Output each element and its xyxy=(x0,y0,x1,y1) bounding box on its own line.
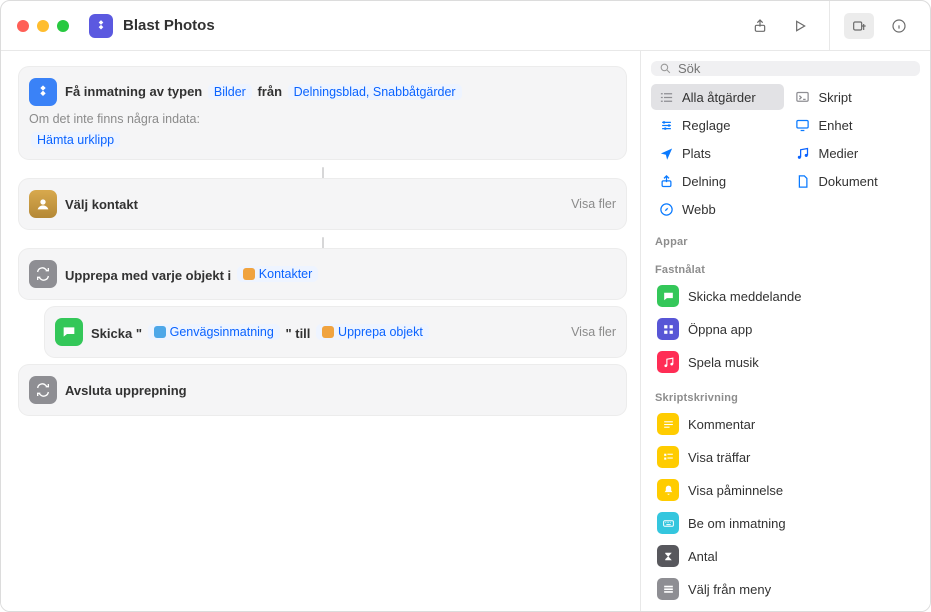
close-window[interactable] xyxy=(17,20,29,32)
window-controls xyxy=(17,20,69,32)
pinned-action[interactable]: Öppna app xyxy=(649,313,922,345)
content-split: Få inmatning av typen Bilder från Delnin… xyxy=(1,51,930,611)
scripting-action[interactable]: Antal xyxy=(649,540,922,572)
input-source-token[interactable]: Delningsblad, Snabbåtgärder xyxy=(288,84,462,100)
scripting-action[interactable]: Välj från meny xyxy=(649,573,922,605)
msg-icon xyxy=(657,285,679,307)
scripting-action[interactable]: Visa träffar xyxy=(649,441,922,473)
repeat-item-icon xyxy=(322,326,334,338)
list-icon xyxy=(657,88,675,106)
connector-line xyxy=(322,167,324,179)
category-all[interactable]: Alla åtgärder xyxy=(651,84,784,110)
pinned-action[interactable]: Skicka meddelande xyxy=(649,280,922,312)
search-icon xyxy=(659,62,672,75)
receive-input-action[interactable]: Få inmatning av typen Bilder från Delnin… xyxy=(19,67,626,159)
repeat-collection-token[interactable]: Kontakter xyxy=(237,266,319,282)
select-contact-action[interactable]: Välj kontakt Visa fler xyxy=(19,179,626,229)
receive-input-text: Få inmatning av typen Bilder från Delnin… xyxy=(65,84,464,100)
no-input-fallback-token[interactable]: Hämta urklipp xyxy=(31,132,120,148)
lines-icon xyxy=(657,413,679,435)
pinned-list: Skicka meddelandeÖppna appSpela musik xyxy=(641,280,930,384)
search-input[interactable] xyxy=(678,61,912,76)
list2-icon xyxy=(657,446,679,468)
connector-line xyxy=(322,237,324,249)
keyboard-icon xyxy=(657,512,679,534)
titlebar: Blast Photos xyxy=(1,1,930,51)
doc-icon xyxy=(794,172,812,190)
menu-icon xyxy=(657,578,679,600)
end-repeat-action[interactable]: Avsluta upprepning xyxy=(19,365,626,415)
grid-icon xyxy=(657,318,679,340)
category-grid: Alla åtgärderSkriptReglageEnhetPlatsMedi… xyxy=(641,84,930,228)
scripting-header: Skriptskrivning xyxy=(641,384,930,408)
run-button[interactable] xyxy=(785,13,815,39)
action-library-sidebar: Alla åtgärderSkriptReglageEnhetPlatsMedi… xyxy=(640,51,930,611)
shortcut-input-icon xyxy=(154,326,166,338)
safari-icon xyxy=(657,200,675,218)
send-message-action[interactable]: Skicka " Genvägsinmatning " till Upprepa… xyxy=(45,307,626,357)
shareup-icon xyxy=(657,172,675,190)
minimize-window[interactable] xyxy=(37,20,49,32)
category-media[interactable]: Medier xyxy=(788,140,921,166)
scripting-action[interactable]: Kommentar xyxy=(649,408,922,440)
contacts-icon xyxy=(243,268,255,280)
shortcut-icon xyxy=(89,14,113,38)
category-sharing[interactable]: Delning xyxy=(651,168,784,194)
shortcuts-editor-window: Blast Photos Få inmatning av typen Bilde… xyxy=(0,0,931,612)
apps-header: Appar xyxy=(641,228,930,252)
messages-icon xyxy=(55,318,83,346)
window-title: Blast Photos xyxy=(123,17,215,34)
toolbar-separator xyxy=(829,1,830,50)
scripting-list: KommentarVisa träffarVisa påminnelseBe o… xyxy=(641,408,930,611)
workflow-editor[interactable]: Få inmatning av typen Bilder från Delnin… xyxy=(1,51,640,611)
display-icon xyxy=(794,116,812,134)
category-location[interactable]: Plats xyxy=(651,140,784,166)
category-device[interactable]: Enhet xyxy=(788,112,921,138)
input-type-token[interactable]: Bilder xyxy=(208,84,252,100)
repeat-end-icon xyxy=(29,376,57,404)
share-button[interactable] xyxy=(745,13,775,39)
search-field[interactable] xyxy=(651,61,920,76)
repeat-each-action[interactable]: Upprepa med varje objekt i Kontakter xyxy=(19,249,626,299)
category-docs[interactable]: Dokument xyxy=(788,168,921,194)
message-body-token[interactable]: Genvägsinmatning xyxy=(148,324,280,340)
info-button[interactable] xyxy=(884,13,914,39)
category-web[interactable]: Webb xyxy=(651,196,784,222)
zoom-window[interactable] xyxy=(57,20,69,32)
category-controls[interactable]: Reglage xyxy=(651,112,784,138)
scripting-action[interactable]: Visa påminnelse xyxy=(649,474,922,506)
sigma-icon xyxy=(657,545,679,567)
terminal-icon xyxy=(794,88,812,106)
toggle-library-button[interactable] xyxy=(844,13,874,39)
music-icon xyxy=(657,351,679,373)
no-input-label: Om det inte finns några indata: xyxy=(29,112,200,126)
pinned-action[interactable]: Spela musik xyxy=(649,346,922,378)
show-more-contact[interactable]: Visa fler xyxy=(571,197,616,211)
music-icon xyxy=(794,144,812,162)
input-icon xyxy=(29,78,57,106)
nav-icon xyxy=(657,144,675,162)
scripting-action[interactable]: Be om inmatning xyxy=(649,507,922,539)
category-script[interactable]: Skript xyxy=(788,84,921,110)
repeat-icon xyxy=(29,260,57,288)
show-more-send[interactable]: Visa fler xyxy=(571,325,616,339)
contacts-icon xyxy=(29,190,57,218)
recipients-token[interactable]: Upprepa objekt xyxy=(316,324,429,340)
pinned-header: Fastnålat xyxy=(641,256,930,280)
bell-icon xyxy=(657,479,679,501)
sliders-icon xyxy=(657,116,675,134)
